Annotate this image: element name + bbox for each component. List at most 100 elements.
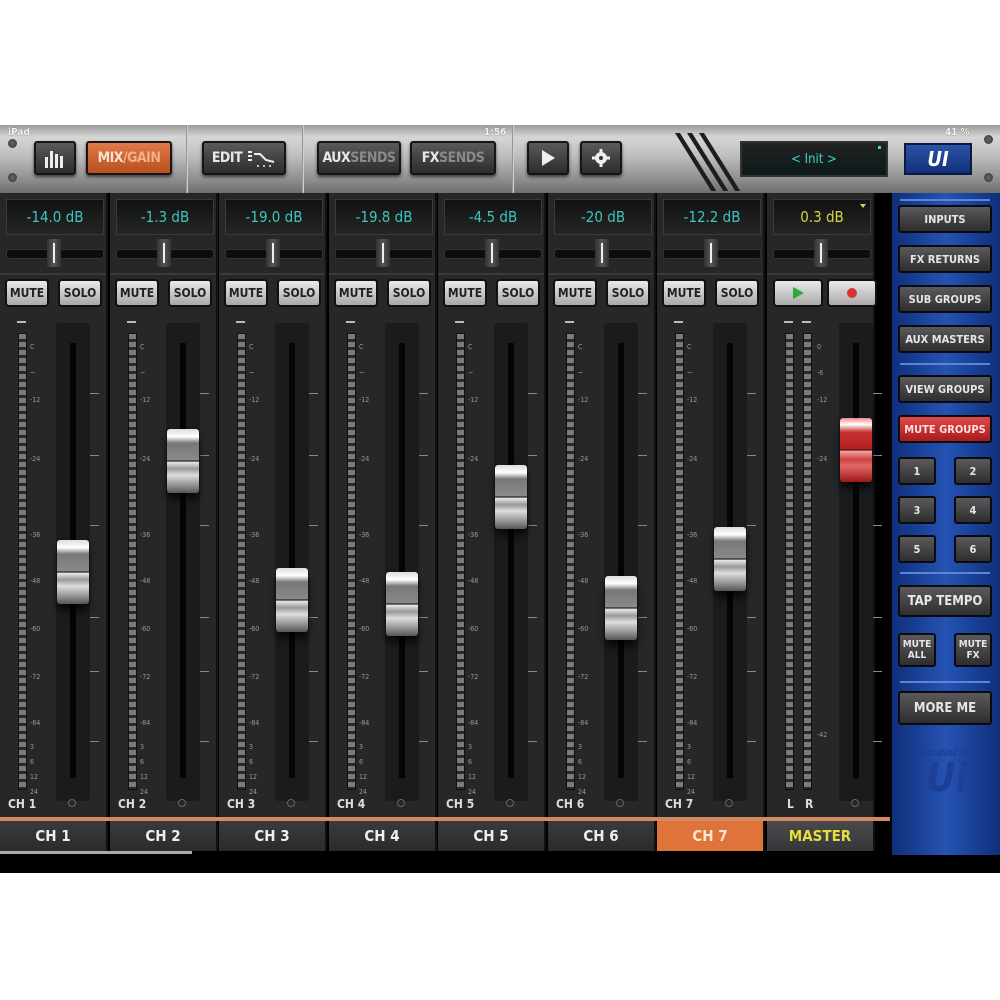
gain-display[interactable]: -19.0 dB [225,199,323,235]
mute-button[interactable]: MUTE [224,279,268,307]
mute-button[interactable]: MUTE [334,279,378,307]
meter-scale-label: 0 [817,343,822,351]
group-6-button[interactable]: 6 [954,535,992,563]
strip-name: CH 3 [227,797,256,811]
gain-display[interactable]: -19.8 dB [335,199,433,235]
mute-groups-button[interactable]: MUTE GROUPS [898,415,992,443]
meter-scale-label: C [687,343,692,351]
mute-button[interactable]: MUTE [115,279,159,307]
gain-display[interactable]: -14.0 dB [6,199,104,235]
group-2-button[interactable]: 2 [954,457,992,485]
pan-handle[interactable] [47,239,61,267]
solo-button[interactable]: SOLO [168,279,212,307]
channel-strip: -12.2 dB MUTE SOLO C ~ -12 -24 -36 -48 -60 -72 -84 3… [657,193,765,818]
group-4-button[interactable]: 4 [954,496,992,524]
solo-button[interactable]: SOLO [606,279,650,307]
gr-scale-label: 24 [249,788,258,796]
group-3-button[interactable]: 3 [898,496,936,524]
fader-handle[interactable] [167,429,199,493]
strip-name: CH 5 [446,797,475,811]
fader-handle[interactable] [605,576,637,640]
meter-scale-label: C [359,343,364,351]
aux-masters-button[interactable]: AUX MASTERS [898,325,992,353]
mute-button[interactable]: MUTE [553,279,597,307]
fader-handle[interactable] [840,418,872,482]
mute-button[interactable]: MUTE [5,279,49,307]
aux-sends-button[interactable]: AUX SENDS [317,141,401,175]
gain-display[interactable]: -20 dB [554,199,652,235]
nav-tab-ch-5[interactable]: CH 5 [438,821,546,851]
pan-handle[interactable] [157,239,171,267]
mute-fx-button[interactable]: MUTE FX [954,633,992,667]
gain-display[interactable]: -1.3 dB [116,199,214,235]
pan-handle[interactable] [595,239,609,267]
fader-slot [853,343,859,778]
meter-scale-label: -48 [578,577,589,585]
nav-tab-ch-4[interactable]: CH 4 [329,821,437,851]
fader-tick [419,741,428,742]
fader-tick [873,671,882,672]
scene-display[interactable]: < Init > [740,141,888,177]
gain-display[interactable]: -4.5 dB [444,199,542,235]
gain-display[interactable]: 0.3 dB [773,199,871,235]
nav-tab-ch-1[interactable]: CH 1 [0,821,108,851]
status-battery: 41 % [945,127,970,138]
nav-tab-ch-7[interactable]: CH 7 [657,821,765,851]
gr-scale-label: 12 [140,773,149,781]
tap-tempo-button[interactable]: TAP TEMPO [898,585,992,617]
meter-scale-label: -12 [249,396,260,404]
meter-scale-label: -72 [687,673,698,681]
edit-button[interactable]: EDIT [202,141,286,175]
preset-menu-icon[interactable] [860,204,866,208]
solo-button[interactable]: SOLO [58,279,102,307]
meter-scale-label: -36 [140,531,151,539]
group-1-button[interactable]: 1 [898,457,936,485]
group-5-button[interactable]: 5 [898,535,936,563]
meters-button[interactable] [34,141,76,175]
fx-sends-button[interactable]: FX SENDS [410,141,496,175]
pan-handle[interactable] [485,239,499,267]
fader-slot [508,343,514,778]
fader-tick [528,617,537,618]
nav-scrollbar[interactable] [0,851,192,854]
pan-handle[interactable] [814,239,828,267]
more-me-button[interactable]: MORE ME [898,691,992,725]
pan-handle[interactable] [266,239,280,267]
solo-button[interactable]: SOLO [387,279,431,307]
mute-button[interactable]: MUTE [662,279,706,307]
nav-tab-master[interactable]: MASTER [767,821,875,851]
mixer-app: iPad 1:56 41 % MIX/GAIN EDIT AUX SENDS FX… [0,125,1000,873]
solo-button[interactable]: SOLO [715,279,759,307]
solo-button[interactable]: SOLO [277,279,321,307]
play-button[interactable] [527,141,569,175]
mute-button[interactable]: MUTE [443,279,487,307]
nav-tab-ch-2[interactable]: CH 2 [110,821,218,851]
view-groups-button[interactable]: VIEW GROUPS [898,375,992,403]
fader-tick [419,525,428,526]
fader-handle[interactable] [276,568,308,632]
mix-gain-button[interactable]: MIX/GAIN [86,141,172,175]
fader-handle[interactable] [495,465,527,529]
pan-handle[interactable] [704,239,718,267]
fader-tick [528,393,537,394]
divider [219,273,325,275]
fader-handle[interactable] [386,572,418,636]
fader-handle[interactable] [57,540,89,604]
inputs-button[interactable]: INPUTS [898,205,992,233]
settings-button[interactable] [580,141,622,175]
mute-all-button[interactable]: MUTE ALL [898,633,936,667]
solo-button[interactable]: SOLO [496,279,540,307]
pan-handle[interactable] [376,239,390,267]
nav-tab-ch-6[interactable]: CH 6 [548,821,656,851]
sub-groups-button[interactable]: SUB GROUPS [898,285,992,313]
status-time: 1:56 [484,127,507,138]
meter-scale-label: -84 [578,719,589,727]
nav-tab-ch-3[interactable]: CH 3 [219,821,327,851]
channel-strips: -14.0 dB MUTE SOLO C ~ -12 -24 -36 -48 -60 -72 -84 3… [0,193,890,853]
gain-display[interactable]: -12.2 dB [663,199,761,235]
fx-returns-button[interactable]: FX RETURNS [898,245,992,273]
ui-logo-button[interactable]: UI [904,143,972,175]
play-record-button[interactable] [773,279,823,307]
fader-handle[interactable] [714,527,746,591]
record-button[interactable] [827,279,877,307]
